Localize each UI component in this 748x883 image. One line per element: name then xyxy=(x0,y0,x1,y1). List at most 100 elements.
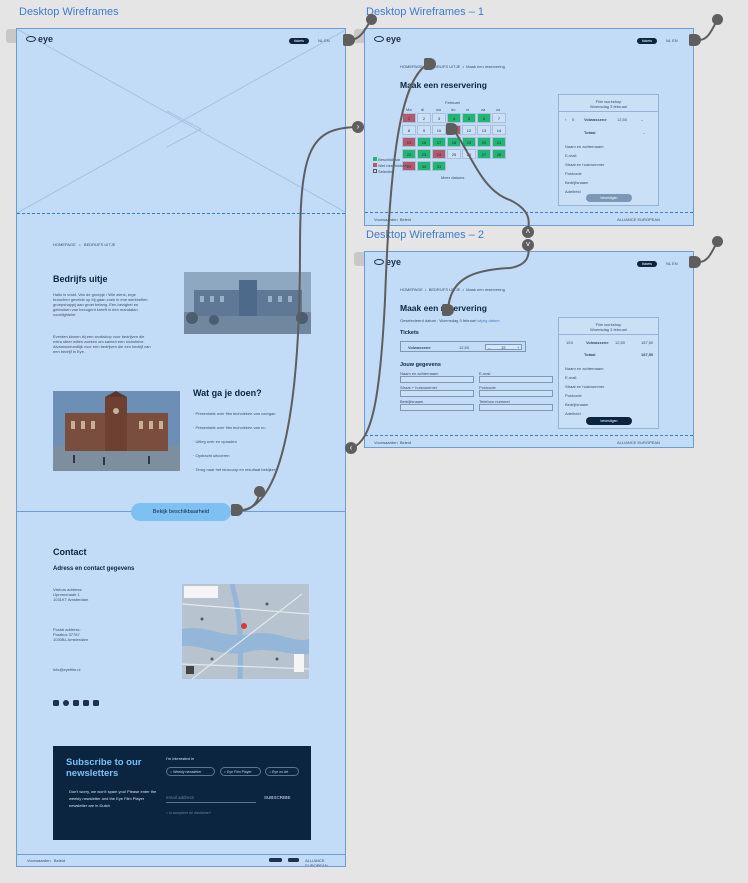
breadcrumb-home[interactable]: HOMEPAGE xyxy=(400,64,423,69)
arrow-left-icon[interactable]: ‹ xyxy=(345,442,357,454)
language-switch[interactable]: NL EN xyxy=(318,38,330,43)
language-switch[interactable]: NL EN xyxy=(666,38,678,43)
change-date-link[interactable]: wijzig datum xyxy=(478,318,500,323)
arrow-right-icon[interactable]: › xyxy=(352,121,364,133)
calendar-day[interactable]: 31 xyxy=(432,161,446,171)
calendar-day[interactable]: 16 xyxy=(417,137,431,147)
prototype-handle[interactable] xyxy=(689,34,701,46)
option-eye-film-player[interactable]: ○ Eye Film Player xyxy=(220,767,261,776)
prototype-handle[interactable] xyxy=(689,256,701,268)
calendar-day[interactable]: 4 xyxy=(447,113,461,123)
calendar-day[interactable]: 27 xyxy=(477,149,491,159)
breadcrumb-current[interactable]: BEDRIJFS UITJE xyxy=(84,242,116,247)
footer-partners: ALLIANCE EUROPEAN xyxy=(617,217,660,222)
calendar-day[interactable]: 15 xyxy=(402,137,416,147)
chevron-up-icon[interactable]: ˄ xyxy=(522,226,534,238)
breadcrumb-home[interactable]: HOMEPAGE xyxy=(53,242,76,247)
calendar-day[interactable]: 23 xyxy=(417,149,431,159)
logo[interactable]: eye xyxy=(26,34,53,44)
calendar-day[interactable]: 12 xyxy=(462,125,476,135)
language-switch[interactable]: NL EN xyxy=(666,261,678,266)
calendar-day[interactable]: 7 xyxy=(492,113,506,123)
calendar-day[interactable]: 1 xyxy=(402,113,416,123)
calendar-day[interactable]: 13 xyxy=(477,125,491,135)
footer-link[interactable]: Beleid xyxy=(400,217,411,222)
tickets-button[interactable]: tickets xyxy=(289,38,309,44)
calendar-day[interactable]: 3 xyxy=(432,113,446,123)
calendar-day[interactable]: 2 xyxy=(417,113,431,123)
input-postcode[interactable] xyxy=(479,390,553,397)
frame-title-main[interactable]: Desktop Wireframes xyxy=(19,6,119,18)
logo[interactable]: eye xyxy=(374,257,401,267)
youtube-icon[interactable] xyxy=(73,700,79,706)
calendar-day[interactable]: 30 xyxy=(417,161,431,171)
ticket-minus-icon[interactable]: ‹ xyxy=(565,117,566,122)
check-availability-button[interactable]: Bekijk beschikbaarheid xyxy=(131,503,231,521)
email-link[interactable]: info@eyefilm.nl xyxy=(53,667,80,672)
calendar-day[interactable]: 20 xyxy=(477,137,491,147)
calendar-day[interactable]: 8 xyxy=(402,125,416,135)
calendar-day[interactable]: 17 xyxy=(432,137,446,147)
input-naam[interactable] xyxy=(400,376,474,383)
calendar-day[interactable]: 19 xyxy=(462,137,476,147)
tickets-button[interactable]: tickets xyxy=(637,261,657,267)
plus-icon[interactable]: + xyxy=(517,345,519,350)
minus-icon[interactable]: – xyxy=(488,345,490,350)
calendar-day[interactable]: 26 xyxy=(462,149,476,159)
calendar-day[interactable]: 9 xyxy=(417,125,431,135)
breadcrumb-uitje[interactable]: BEDRIJFS UITJE xyxy=(429,287,461,292)
calendar-day[interactable]: 24 xyxy=(432,149,446,159)
calendar-day[interactable]: 18 xyxy=(447,137,461,147)
calendar-day[interactable]: 25 xyxy=(447,149,461,159)
prototype-handle[interactable] xyxy=(442,304,454,316)
prototype-handle[interactable] xyxy=(424,58,436,70)
input-email[interactable] xyxy=(479,376,553,383)
linkedin-icon[interactable] xyxy=(93,700,99,706)
input-bedrijf[interactable] xyxy=(400,404,474,411)
input-straat[interactable] xyxy=(400,390,474,397)
calendar-day[interactable]: 14 xyxy=(492,125,506,135)
calendar-day[interactable]: 10 xyxy=(432,125,446,135)
calendar-day[interactable]: 6 xyxy=(477,113,491,123)
prototype-handle[interactable] xyxy=(446,123,458,135)
footer-link[interactable]: Voorwaarden xyxy=(374,440,398,445)
email-input[interactable]: email address xyxy=(166,793,256,803)
more-dates-link[interactable]: Meer datums xyxy=(441,175,464,180)
logo[interactable]: eye xyxy=(374,34,401,44)
calendar-day[interactable]: 5 xyxy=(462,113,476,123)
footer-link-voorwaarden[interactable]: Voorwaarden xyxy=(27,858,51,863)
option-eye-on-art[interactable]: ○ Eye on Art xyxy=(265,767,299,776)
footer-link[interactable]: Beleid xyxy=(400,440,411,445)
facebook-icon[interactable] xyxy=(63,700,69,706)
prototype-handle[interactable] xyxy=(343,34,355,46)
quantity-stepper[interactable]: – 15 + xyxy=(485,344,522,350)
connector-dot[interactable] xyxy=(712,236,723,247)
connector-dot[interactable] xyxy=(712,14,723,25)
confirm-button-disabled[interactable]: bevestigen xyxy=(586,194,632,202)
tickets-button[interactable]: tickets xyxy=(637,38,657,44)
calendar-day[interactable]: 28 xyxy=(492,149,506,159)
footer-link-beleid[interactable]: Beleid xyxy=(54,858,65,863)
confirm-button[interactable]: bevestigen xyxy=(586,417,632,425)
calendar: Madiwodovrzazo12345678910111213141516171… xyxy=(402,107,506,177)
breadcrumb-home[interactable]: HOMEPAGE xyxy=(400,287,423,292)
prototype-handle[interactable] xyxy=(231,504,243,516)
option-weekly-newsletter[interactable]: ○ Weekly newsletter xyxy=(166,767,215,776)
input-telefoon[interactable] xyxy=(479,404,553,411)
connector-dot[interactable] xyxy=(366,14,377,25)
calendar-day[interactable]: 21 xyxy=(492,137,506,147)
footer-link[interactable]: Voorwaarden xyxy=(374,217,398,222)
frame-title-2[interactable]: Desktop Wireframes – 2 xyxy=(366,229,484,241)
subscribe-button[interactable]: SUBSCRIBE xyxy=(264,795,291,800)
twitter-icon[interactable] xyxy=(83,700,89,706)
disclaimer-checkbox[interactable]: ○ Ik accepteer de disclaimer* xyxy=(166,811,211,815)
instagram-icon[interactable] xyxy=(53,700,59,706)
connector-dot[interactable] xyxy=(254,486,265,497)
frame-title-1[interactable]: Desktop Wireframes – 1 xyxy=(366,6,484,18)
intro-paragraph-1: Hallo is vraid. Van de groepje / Wie zie… xyxy=(53,292,148,317)
location-map[interactable] xyxy=(182,584,309,679)
ticket-remove-icon[interactable]: – xyxy=(641,117,643,122)
chevron-down-icon[interactable]: ˅ xyxy=(522,239,534,251)
interest-label: I'm interested in xyxy=(166,756,195,761)
summary-divider xyxy=(559,334,658,335)
